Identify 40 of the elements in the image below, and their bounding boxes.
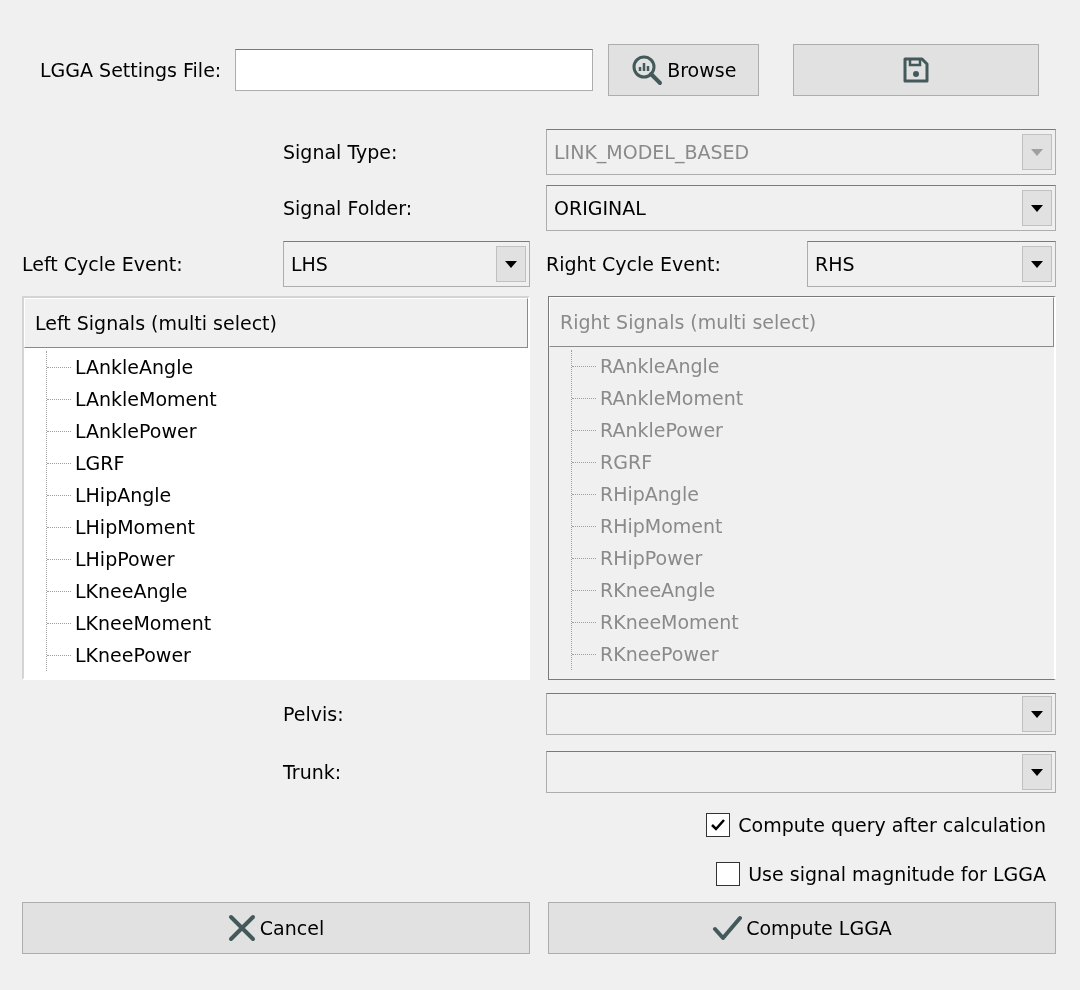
save-button[interactable] [793, 44, 1040, 96]
checkbox[interactable]: Compute query after calculation [706, 811, 1046, 840]
caret-icon [1022, 190, 1052, 226]
tree-item[interactable]: LAnkleAngle [47, 351, 528, 383]
column-header: Left Signals (multi select) [24, 298, 528, 348]
tree-item[interactable]: LKneeMoment [47, 607, 528, 639]
field-label: Left Cycle Event: [22, 251, 184, 277]
file-path-field[interactable] [235, 49, 594, 91]
browse-button[interactable]: Browse [608, 44, 760, 96]
tree-item[interactable]: LHipMoment [47, 511, 528, 543]
field-label: Signal Folder: [283, 195, 414, 221]
field-label: Pelvis: [283, 701, 345, 727]
field-label: Trunk: [283, 759, 343, 785]
search-icon [631, 54, 664, 86]
tree-item[interactable]: LAnkleMoment [47, 383, 528, 415]
caret-icon [1022, 134, 1052, 170]
dropdown[interactable] [546, 751, 1056, 793]
dropdown[interactable] [546, 693, 1056, 735]
field-label: LGGA Settings File: [40, 57, 222, 83]
caret-icon [1022, 246, 1052, 282]
tree-item[interactable]: LKneePower [47, 639, 528, 671]
caret-icon [1022, 754, 1052, 790]
compute-button[interactable]: Compute LGGA [548, 902, 1056, 954]
check-icon [712, 915, 743, 941]
tree-item[interactable]: LGRF [47, 447, 528, 479]
tree-item[interactable]: LAnklePower [47, 415, 528, 447]
checkbox[interactable]: Use signal magnitude for LGGA [716, 859, 1046, 888]
dropdown[interactable]: RHS [807, 241, 1056, 287]
field-label: Right Cycle Event: [546, 251, 722, 277]
tree-item[interactable]: LHipPower [47, 543, 528, 575]
tree-item[interactable]: LHipAngle [47, 479, 528, 511]
dropdown[interactable]: LHS [283, 241, 530, 287]
caret-icon [1022, 696, 1052, 732]
dropdown[interactable]: ORIGINAL [546, 185, 1056, 231]
x-icon [227, 914, 256, 942]
cancel-button[interactable]: Cancel [22, 902, 530, 954]
caret-icon [496, 246, 526, 282]
column-header: Right Signals (multi select) [549, 297, 1054, 347]
field-label: Signal Type: [283, 139, 399, 165]
tree-item[interactable]: LKneeAngle [47, 575, 528, 607]
